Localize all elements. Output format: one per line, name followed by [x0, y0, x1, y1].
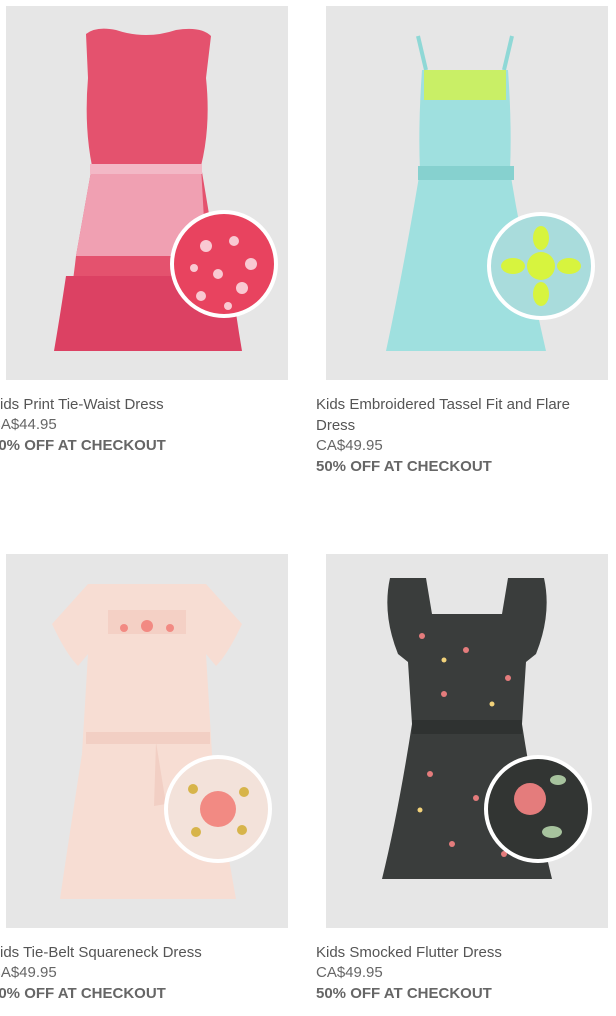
- product-name-link[interactable]: Kids Smocked Flutter Dress: [316, 942, 608, 963]
- product-price: CA$49.95: [0, 964, 57, 981]
- product-name-link[interactable]: Kids Tie-Belt Squareneck Dress: [0, 942, 272, 963]
- product-name-link[interactable]: Kids Embroidered Tassel Fit and Flare Dr…: [316, 394, 606, 436]
- product-price: CA$49.95: [316, 437, 383, 454]
- mint-embroidered-dress-image: [326, 6, 608, 380]
- product-name-link[interactable]: Kids Print Tie-Waist Dress: [0, 394, 272, 415]
- product-card[interactable]: Kids Embroidered Tassel Fit and Flare Dr…: [316, 6, 608, 477]
- product-price: CA$49.95: [316, 964, 383, 981]
- product-image-link[interactable]: [326, 554, 608, 928]
- product-image-link[interactable]: [326, 6, 608, 380]
- product-card[interactable]: Kids Tie-Belt Squareneck Dress CA$49.95 …: [0, 554, 288, 1004]
- product-card[interactable]: Kids Smocked Flutter Dress CA$49.95 50% …: [316, 554, 608, 1004]
- pink-floral-dress-image: [6, 6, 288, 380]
- dark-floral-dress-image: [326, 554, 608, 928]
- product-card[interactable]: Kids Print Tie-Waist Dress CA$44.95 50% …: [0, 6, 288, 456]
- product-image-link[interactable]: [6, 6, 288, 380]
- promo-text: 50% OFF AT CHECKOUT: [316, 985, 492, 1002]
- promo-text: 50% OFF AT CHECKOUT: [0, 985, 166, 1002]
- product-price: CA$44.95: [0, 416, 57, 433]
- product-image-link[interactable]: [6, 554, 288, 928]
- promo-text: 50% OFF AT CHECKOUT: [316, 458, 492, 475]
- promo-text: 50% OFF AT CHECKOUT: [0, 437, 166, 454]
- blush-squareneck-dress-image: [6, 554, 288, 928]
